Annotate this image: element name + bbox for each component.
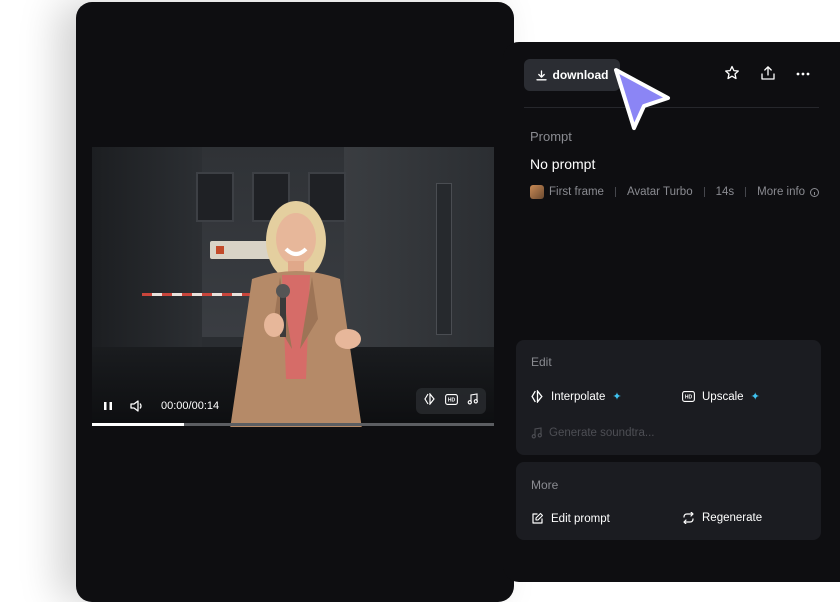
- music-note-icon: [467, 393, 478, 405]
- mouse-cursor-icon: [614, 68, 670, 130]
- hd-icon: HD: [682, 391, 695, 402]
- interpolate-icon: [424, 392, 436, 406]
- star-icon: [725, 65, 739, 80]
- video-player[interactable]: [92, 147, 494, 427]
- info-icon[interactable]: [810, 187, 820, 197]
- prompt-label: Prompt: [530, 129, 572, 144]
- edit-prompt-button[interactable]: Edit prompt: [531, 512, 610, 525]
- sparkle-icon: ✦: [612, 391, 622, 403]
- music-tool-button[interactable]: [467, 392, 478, 410]
- volume-button[interactable]: [128, 398, 146, 414]
- edit-prompt-label: Edit prompt: [551, 512, 610, 525]
- regenerate-button[interactable]: Regenerate: [682, 512, 762, 524]
- download-button[interactable]: download: [524, 59, 620, 91]
- edit-icon: [532, 512, 544, 524]
- prompt-value: No prompt: [530, 156, 596, 172]
- video-controls: 00:00/00:14 HD: [92, 388, 494, 422]
- hd-icon: HD: [445, 394, 458, 405]
- edit-title: Edit: [531, 355, 552, 369]
- regenerate-label: Regenerate: [702, 512, 763, 524]
- pause-button[interactable]: [100, 398, 116, 414]
- playback-time: 00:00/00:14: [161, 400, 220, 412]
- pause-icon: [104, 402, 112, 410]
- interpolate-icon: [531, 390, 543, 403]
- interpolate-tool-button[interactable]: [424, 392, 436, 410]
- share-icon: [761, 66, 775, 80]
- generate-soundtrack-button[interactable]: Generate soundtra...: [531, 427, 654, 439]
- volume-icon: [130, 400, 142, 412]
- share-button[interactable]: [760, 65, 776, 86]
- more-card: More Edit prompt Regenerate: [516, 462, 821, 540]
- upscale-button[interactable]: HD Upscale ✦: [682, 390, 760, 403]
- video-frame: [92, 147, 494, 427]
- sparkle-icon: ✦: [750, 391, 760, 403]
- generation-meta: First frame Avatar Turbo 14s More info: [530, 184, 820, 200]
- hd-tool-button[interactable]: HD: [445, 392, 458, 410]
- favorite-button[interactable]: [724, 65, 740, 86]
- svg-text:HD: HD: [448, 398, 456, 404]
- more-title: More: [531, 478, 559, 492]
- interpolate-button[interactable]: Interpolate ✦: [531, 390, 622, 403]
- music-note-icon: [531, 427, 542, 439]
- video-tools: HD: [416, 388, 486, 414]
- regenerate-icon: [683, 512, 694, 524]
- edit-card: Edit Interpolate ✦ HD Upscale ✦ Generate…: [516, 340, 821, 455]
- svg-text:HD: HD: [685, 395, 693, 401]
- progress-bar[interactable]: [92, 423, 494, 426]
- duration: 14s: [715, 186, 735, 198]
- more-icon: [796, 72, 810, 76]
- model-name: Avatar Turbo: [626, 186, 693, 198]
- more-info-link[interactable]: More info: [757, 186, 805, 198]
- interpolate-label: Interpolate: [551, 390, 606, 403]
- upscale-label: Upscale: [702, 390, 744, 403]
- generate-soundtrack-label: Generate soundtra...: [549, 427, 655, 439]
- progress-fill: [92, 423, 185, 426]
- download-icon: [535, 69, 547, 80]
- first-frame-label[interactable]: First frame: [549, 186, 604, 198]
- more-options-button[interactable]: [795, 66, 811, 87]
- download-label: download: [552, 68, 609, 82]
- first-frame-thumbnail[interactable]: [530, 185, 544, 199]
